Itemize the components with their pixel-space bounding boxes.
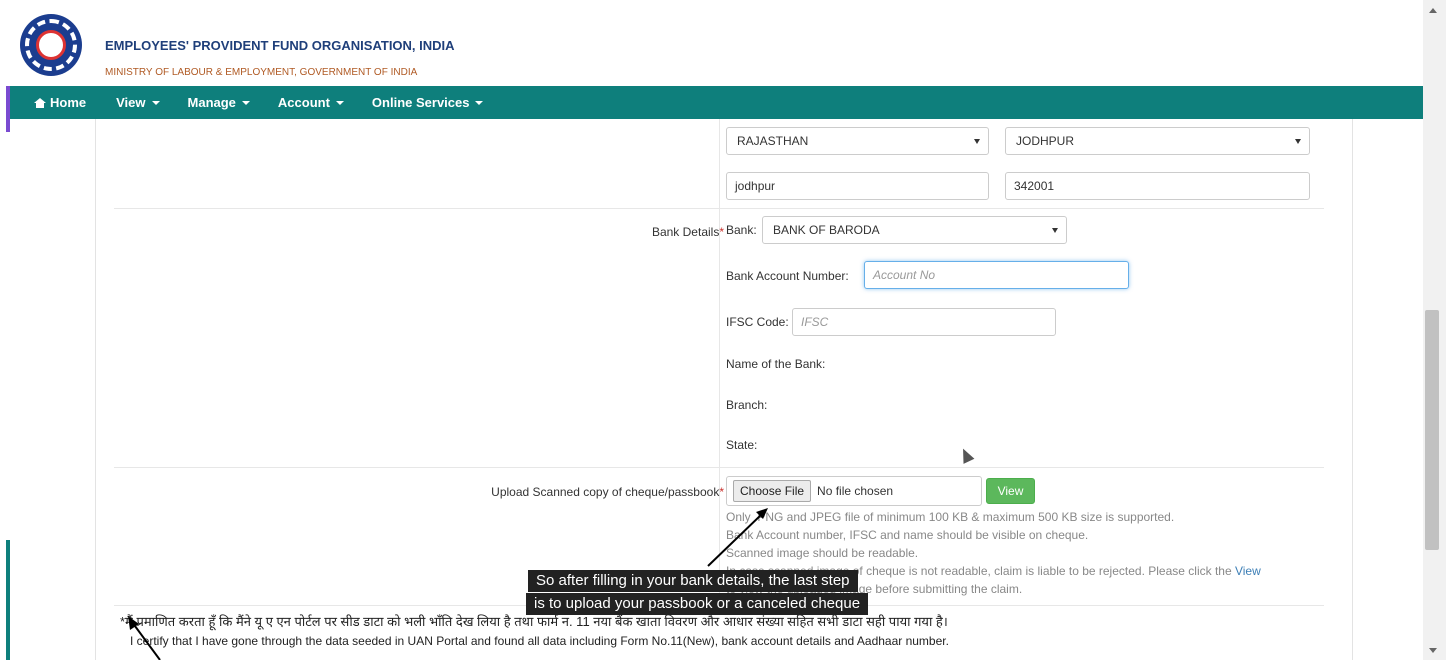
dropdown-arrow-icon <box>1295 139 1301 144</box>
nav-online-services[interactable]: Online Services <box>372 95 484 110</box>
dropdown-arrow-icon <box>1052 228 1058 233</box>
account-number-label: Bank Account Number: <box>726 269 849 283</box>
branch-label: Branch: <box>726 398 768 412</box>
view-link[interactable]: View <box>1235 564 1261 578</box>
caret-down-icon <box>335 100 344 105</box>
video-caption-line-2: is to upload your passbook or a canceled… <box>526 593 869 615</box>
nav-home-label: Home <box>50 95 87 110</box>
nav-manage-label: Manage <box>187 95 236 110</box>
bank-label: Bank: <box>726 223 757 237</box>
bank-state-label: State: <box>726 438 758 452</box>
account-placeholder: Account No <box>873 268 936 282</box>
upload-label: Upload Scanned copy of cheque/passbook* <box>491 485 724 499</box>
bank-details-label: Bank Details* <box>651 225 724 239</box>
video-caption-line-1: So after filling in your bank details, t… <box>528 570 858 592</box>
main-navbar: Home View Manage Account Online Services <box>10 86 1423 119</box>
epfo-logo <box>20 14 82 76</box>
home-icon <box>34 97 46 108</box>
state-value: RAJASTHAN <box>737 134 809 148</box>
left-edge <box>0 0 10 660</box>
site-header: EMPLOYEES' PROVIDENT FUND ORGANISATION, … <box>10 0 1423 86</box>
nav-online-services-label: Online Services <box>371 95 470 110</box>
nav-view-label: View <box>116 95 146 110</box>
nav-view[interactable]: View <box>116 95 160 110</box>
upload-note-3: Scanned image should be readable. <box>726 546 919 560</box>
district-select[interactable]: JODHPUR <box>1005 127 1310 155</box>
bank-select[interactable]: BANK OF BARODA <box>762 216 1067 244</box>
nav-account-label: Account <box>277 95 330 110</box>
bank-value: BANK OF BARODA <box>773 223 880 237</box>
ifsc-placeholder: IFSC <box>801 315 829 329</box>
dropdown-arrow-icon <box>974 139 980 144</box>
ifsc-label: IFSC Code: <box>726 315 789 329</box>
no-file-text: No file chosen <box>817 484 894 498</box>
bank-name-label: Name of the Bank: <box>726 357 826 371</box>
city-value: jodhpur <box>735 179 776 193</box>
ministry-name: MINISTRY OF LABOUR & EMPLOYMENT, GOVERNM… <box>105 67 418 78</box>
choose-file-button[interactable]: Choose File <box>733 480 812 502</box>
account-number-input[interactable]: Account No <box>864 261 1129 289</box>
view-button[interactable]: View <box>986 478 1035 504</box>
caret-down-icon <box>151 100 160 105</box>
bank-row <box>114 209 1324 468</box>
nav-manage[interactable]: Manage <box>188 95 250 110</box>
ifsc-input[interactable]: IFSC <box>792 308 1056 336</box>
org-name: EMPLOYEES' PROVIDENT FUND ORGANISATION, … <box>105 38 455 53</box>
caret-down-icon <box>475 100 484 105</box>
file-input[interactable]: Choose File No file chosen <box>726 476 982 506</box>
nav-account[interactable]: Account <box>278 95 344 110</box>
state-select[interactable]: RAJASTHAN <box>726 127 989 155</box>
district-value: JODHPUR <box>1016 134 1075 148</box>
scrollbar-thumb[interactable] <box>1425 310 1439 550</box>
caret-down-icon <box>241 100 250 105</box>
left-accent-bar-bottom <box>6 540 10 660</box>
scroll-down-icon[interactable] <box>1429 648 1437 653</box>
upload-note-2: Bank Account number, IFSC and name shoul… <box>726 528 1089 542</box>
pin-value: 342001 <box>1014 179 1055 193</box>
upload-note-1: Only .PNG and JPEG file of minimum 100 K… <box>726 510 1175 524</box>
pin-input[interactable]: 342001 <box>1005 172 1310 200</box>
city-input[interactable]: jodhpur <box>726 172 989 200</box>
certification-english: I certify that I have gone through the d… <box>130 634 949 648</box>
nav-home[interactable]: Home <box>34 95 86 110</box>
scroll-up-icon[interactable] <box>1429 8 1437 13</box>
